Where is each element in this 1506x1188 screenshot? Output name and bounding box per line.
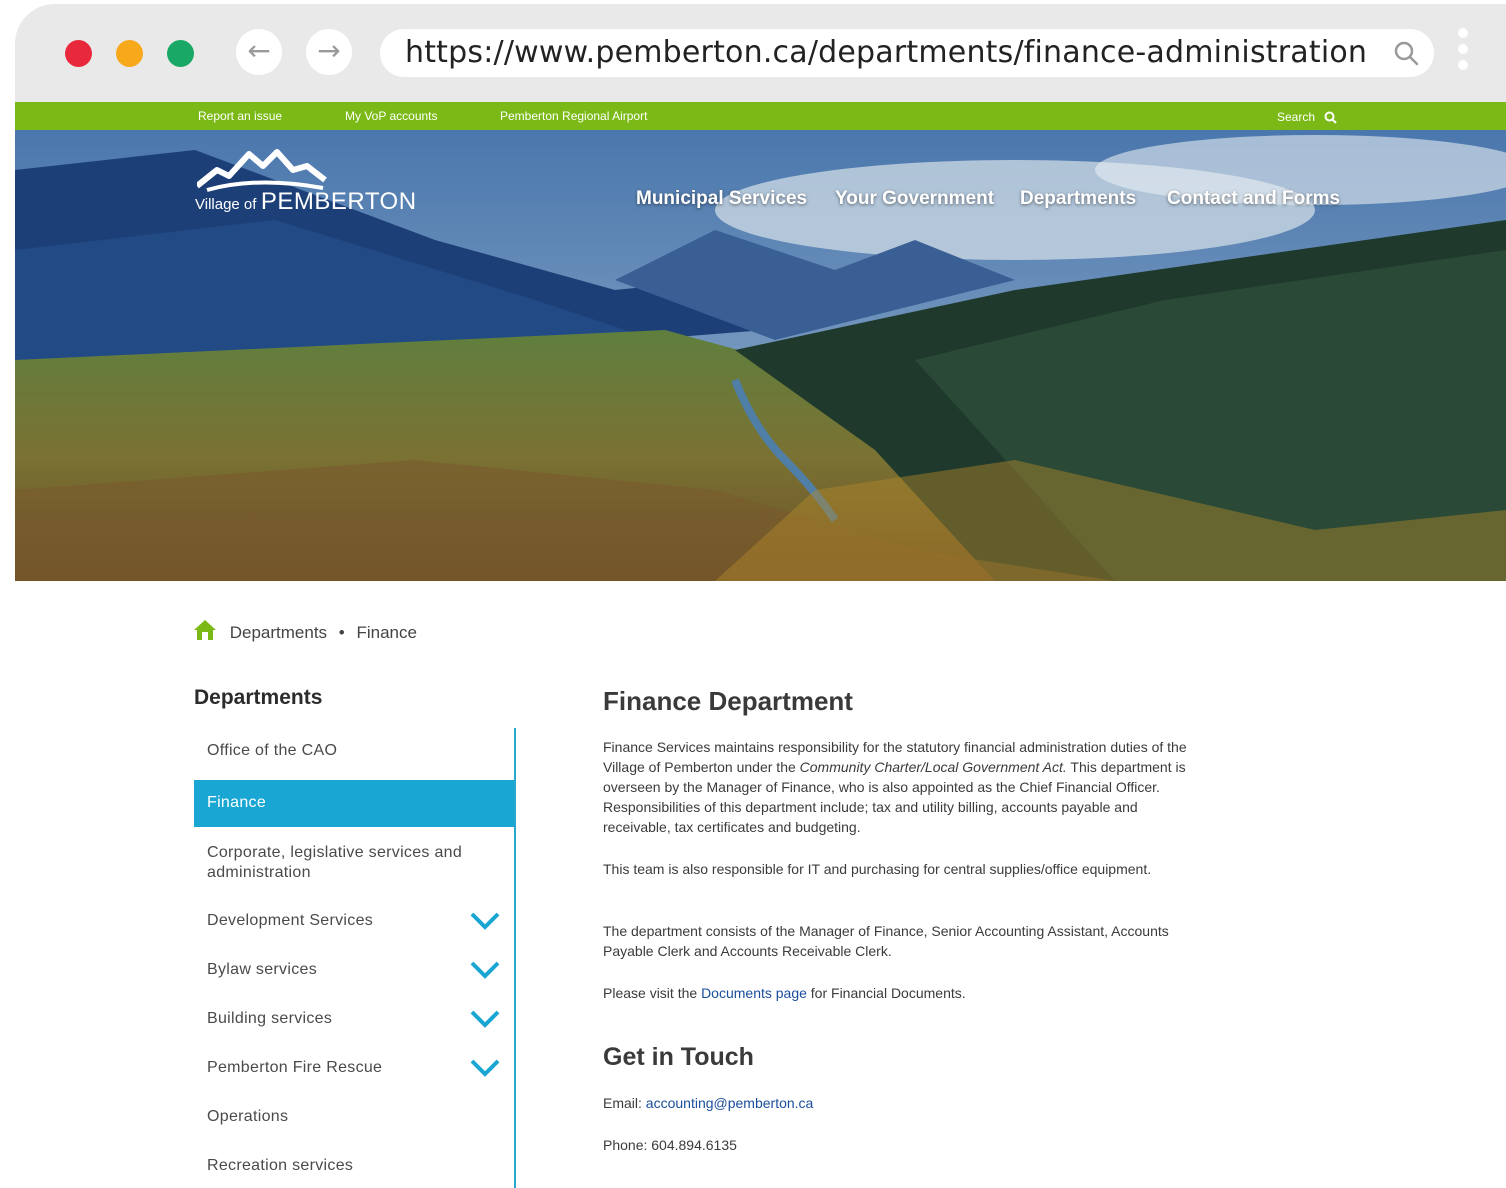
breadcrumb: Departments • Finance xyxy=(193,619,417,643)
logo-pemberton-text: PEMBERTON xyxy=(260,188,417,215)
logo-village-text: Village of xyxy=(195,196,257,213)
sidebar-item-recreation-services[interactable]: Recreation services xyxy=(194,1151,514,1188)
sidebar-item-building-services[interactable]: Building services xyxy=(194,1004,514,1044)
close-window-dot[interactable] xyxy=(65,40,92,67)
maximize-window-dot[interactable] xyxy=(167,40,194,67)
search-icon xyxy=(1324,111,1338,125)
staff-paragraph: The department consists of the Manager o… xyxy=(603,923,1169,959)
hero-banner: Village of PEMBERTON Municipal Services … xyxy=(15,130,1506,581)
search-icon[interactable] xyxy=(1392,39,1420,67)
sidebar-item-label: Recreation services xyxy=(207,1157,354,1174)
sidebar-item-corporate-legislative-services[interactable]: Corporate, legislative services and admi… xyxy=(194,833,514,887)
sidebar-item-label: Office of the CAO xyxy=(207,742,338,759)
sidebar-item-label: Bylaw services xyxy=(207,961,318,978)
sidebar-item-label: Finance xyxy=(207,794,267,811)
phone-line: Phone: 604.894.6135 xyxy=(603,1137,737,1153)
regional-airport-link[interactable]: Pemberton Regional Airport xyxy=(500,109,647,123)
sidebar-item-label: Pemberton Fire Rescue xyxy=(207,1059,383,1076)
sidebar-item-label: Corporate, legislative services and admi… xyxy=(207,844,463,881)
email-label: Email: xyxy=(603,1095,646,1111)
sidebar-item-development-services[interactable]: Development Services xyxy=(194,906,514,946)
chevron-down-icon[interactable] xyxy=(470,1059,500,1077)
sidebar-item-label: Building services xyxy=(207,1010,333,1027)
browser-toolbar: ← → https://www.pemberton.ca/departments… xyxy=(15,4,1506,102)
sidebar-item-bylaw-services[interactable]: Bylaw services xyxy=(194,955,514,995)
intro-paragraph: Finance Services maintains responsibilit… xyxy=(603,737,1193,837)
page-title: Finance Department xyxy=(603,686,853,716)
breadcrumb-departments[interactable]: Departments xyxy=(230,623,327,642)
nav-municipal-services[interactable]: Municipal Services xyxy=(636,188,807,210)
my-vop-accounts-link[interactable]: My VoP accounts xyxy=(345,109,438,123)
documents-text: Please visit the xyxy=(603,985,702,1001)
nav-contact-and-forms[interactable]: Contact and Forms xyxy=(1167,188,1340,210)
report-issue-link[interactable]: Report an issue xyxy=(198,109,282,123)
sidebar-item-label: Development Services xyxy=(207,912,374,929)
sidebar-item-label: Operations xyxy=(207,1108,289,1125)
mountain-logo-icon xyxy=(197,149,327,192)
site-logo[interactable]: Village of PEMBERTON xyxy=(195,148,416,218)
get-in-touch-heading: Get in Touch xyxy=(603,1043,754,1071)
forward-button[interactable]: → xyxy=(306,29,352,75)
email-link[interactable]: accounting@pemberton.ca xyxy=(646,1095,814,1111)
browser-window: ← → https://www.pemberton.ca/departments… xyxy=(15,4,1506,1188)
breadcrumb-finance[interactable]: Finance xyxy=(356,623,416,642)
browser-menu-icon[interactable] xyxy=(1455,28,1471,80)
sidebar-item-pemberton-fire-rescue[interactable]: Pemberton Fire Rescue xyxy=(194,1053,514,1093)
documents-paragraph: Please visit the Documents page for Fina… xyxy=(603,983,1193,1003)
nav-departments[interactable]: Departments xyxy=(1020,188,1136,210)
sidebar-title: Departments xyxy=(194,686,323,709)
it-purchasing-paragraph: This team is also responsible for IT and… xyxy=(603,861,1152,877)
act-name-text: Community Charter/Local Government Act. xyxy=(799,759,1067,775)
sidebar-item-finance[interactable]: Finance xyxy=(194,780,514,827)
breadcrumb-separator: • xyxy=(338,623,345,642)
email-line: Email: accounting@pemberton.ca xyxy=(603,1093,1193,1113)
documents-page-link[interactable]: Documents page xyxy=(701,985,807,1001)
chevron-down-icon[interactable] xyxy=(470,961,500,979)
chevron-down-icon[interactable] xyxy=(470,912,500,930)
home-icon[interactable] xyxy=(193,619,217,641)
minimize-window-dot[interactable] xyxy=(116,40,143,67)
chevron-down-icon[interactable] xyxy=(470,1010,500,1028)
arrow-right-icon: → xyxy=(317,34,341,67)
utility-search-label: Search xyxy=(1277,110,1316,124)
page-content: Departments • Finance Departments Office… xyxy=(15,581,1506,1188)
sidebar-nav: Office of the CAO Finance Corporate, leg… xyxy=(194,728,516,1188)
nav-your-government[interactable]: Your Government xyxy=(835,188,994,210)
sidebar-item-office-of-the-cao[interactable]: Office of the CAO xyxy=(194,728,514,776)
utility-bar: Report an issue My VoP accounts Pemberto… xyxy=(15,102,1506,130)
back-button[interactable]: ← xyxy=(236,29,282,75)
documents-text: for Financial Documents. xyxy=(806,985,966,1001)
utility-search-button[interactable]: Search xyxy=(1277,110,1338,125)
arrow-left-icon: ← xyxy=(247,34,271,67)
sidebar-item-operations[interactable]: Operations xyxy=(194,1102,514,1142)
url-text[interactable]: https://www.pemberton.ca/departments/fin… xyxy=(405,35,1367,70)
address-bar[interactable]: https://www.pemberton.ca/departments/fin… xyxy=(380,29,1434,77)
